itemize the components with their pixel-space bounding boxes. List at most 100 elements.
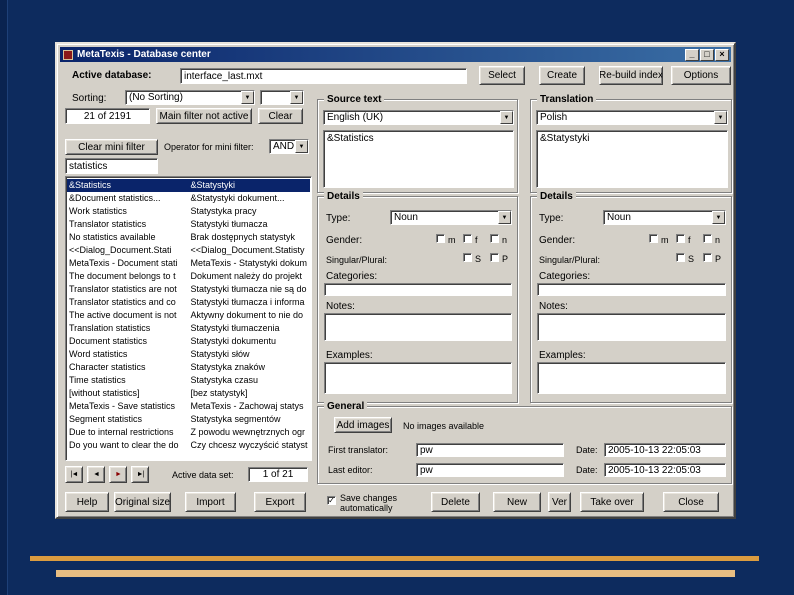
select-button[interactable]: Select [479, 66, 525, 85]
chevron-down-icon[interactable]: ▼ [714, 111, 727, 124]
save-changes-label: Save changes automatically [340, 493, 398, 513]
sorting-secondary-select[interactable]: ▼ [260, 90, 304, 105]
save-changes-checkbox[interactable]: ✓ [327, 496, 336, 505]
chevron-down-icon[interactable]: ▼ [500, 111, 513, 124]
export-button[interactable]: Export [254, 492, 306, 512]
translation-group-label: Translation [537, 94, 597, 105]
list-item[interactable]: Translation statistics Statystyki tłumacz… [67, 322, 310, 335]
chevron-down-icon[interactable]: ▼ [498, 211, 511, 224]
translation-type-select[interactable]: Noun ▼ [603, 210, 726, 225]
nav-next-button[interactable]: ► [109, 466, 127, 483]
take-over-button[interactable]: Take over [580, 492, 644, 512]
translation-language-select[interactable]: Polish ▼ [536, 110, 728, 125]
chevron-down-icon[interactable]: ▼ [712, 211, 725, 224]
translation-plural-checkbox[interactable] [703, 253, 712, 262]
active-data-set-label: Active data set: [172, 470, 234, 480]
list-item[interactable]: MetaTexis - Save statistics MetaTexis - Z… [67, 400, 310, 413]
slide-background: MetaTexis - Database center _ □ × Active… [0, 0, 794, 595]
source-examples-input[interactable] [324, 362, 512, 394]
list-item[interactable]: No statistics available Brak dostępnych s… [67, 231, 310, 244]
nav-first-button[interactable]: |◄ [65, 466, 83, 483]
list-item[interactable]: The active document is not Aktywny dokume… [67, 309, 310, 322]
list-item-source: Work statistics [69, 206, 127, 216]
add-images-button[interactable]: Add images [334, 417, 392, 433]
last-editor-field[interactable]: pw [416, 463, 564, 477]
help-button[interactable]: Help [65, 492, 109, 512]
list-item[interactable]: <<Dialog_Document.Stati <<Dialog_Document… [67, 244, 310, 257]
list-item[interactable]: Word statistics Statystyki słów [67, 348, 310, 361]
close-icon[interactable]: × [715, 48, 729, 61]
term-list[interactable]: &Statistics &Statystyki &Document statisti… [65, 176, 312, 461]
minimize-icon[interactable]: _ [685, 48, 699, 61]
new-button[interactable]: New [493, 492, 541, 512]
list-item[interactable]: Do you want to clear the do Czy chcesz wy… [67, 439, 310, 452]
source-language-select[interactable]: English (UK) ▼ [323, 110, 514, 125]
previous-record-icon: ◄ [93, 471, 100, 478]
options-button[interactable]: Options [671, 66, 731, 85]
translation-text-area[interactable]: &Statystyki [536, 130, 728, 188]
list-item[interactable]: Work statistics Statystyka pracy [67, 205, 310, 218]
list-item[interactable]: &Statistics &Statystyki [67, 179, 310, 192]
list-item[interactable]: MetaTexis - Document stati MetaTexis - St… [67, 257, 310, 270]
source-gender-n-checkbox[interactable] [490, 234, 499, 243]
main-filter-button[interactable]: Main filter not active [156, 108, 252, 124]
maximize-icon[interactable]: □ [700, 48, 714, 61]
clear-mini-filter-button[interactable]: Clear mini filter [65, 139, 158, 155]
list-item-target: Brak dostępnych statystyk [190, 232, 296, 242]
list-item[interactable]: The document belongs to t Dokument należy… [67, 270, 310, 283]
operator-select[interactable]: AND ▼ [269, 139, 309, 154]
translation-examples-input[interactable] [537, 362, 726, 394]
list-item[interactable]: Due to internal restrictions Z powodu wew… [67, 426, 310, 439]
list-item[interactable]: [without statistics] [bez statystyk] [67, 387, 310, 400]
translation-notes-input[interactable] [537, 313, 726, 341]
list-item-source: Do you want to clear the do [69, 440, 179, 450]
list-item-source: &Statistics [69, 180, 112, 190]
clear-filter-button[interactable]: Clear [258, 108, 303, 124]
rebuild-index-button[interactable]: Re-build index [599, 66, 663, 85]
translation-singular-plural-label: Singular/Plural: [539, 255, 601, 265]
source-notes-input[interactable] [324, 313, 512, 341]
chevron-down-icon[interactable]: ▼ [295, 140, 308, 153]
sorting-select[interactable]: (No Sorting) ▼ [125, 90, 255, 105]
chevron-down-icon[interactable]: ▼ [290, 91, 303, 104]
list-item[interactable]: Document statistics Statystyki dokumentu [67, 335, 310, 348]
mini-filter-input[interactable]: statistics [65, 158, 158, 174]
source-categories-input[interactable] [324, 283, 512, 296]
list-item[interactable]: &Document statistics... &Statystyki dokum… [67, 192, 310, 205]
list-item-target: Czy chcesz wyczyścić statyst [190, 440, 308, 450]
mini-filter-value: statistics [69, 160, 108, 172]
list-item[interactable]: Translator statistics Statystyki tłumacza [67, 218, 310, 231]
delete-button[interactable]: Delete [431, 492, 480, 512]
translation-gender-n-checkbox[interactable] [703, 234, 712, 243]
translation-gender-m-checkbox[interactable] [649, 234, 658, 243]
source-text-area[interactable]: &Statistics [323, 130, 514, 188]
close-button[interactable]: Close [663, 492, 719, 512]
translation-gender-f-checkbox[interactable] [676, 234, 685, 243]
source-type-select[interactable]: Noun ▼ [390, 210, 512, 225]
ver-button[interactable]: Ver [548, 492, 571, 512]
source-gender-m-checkbox[interactable] [436, 234, 445, 243]
list-item[interactable]: Time statistics Statystyka czasu [67, 374, 310, 387]
list-item[interactable]: Translator statistics are not Statystyki … [67, 283, 310, 296]
import-button[interactable]: Import [185, 492, 236, 512]
first-translator-field[interactable]: pw [416, 443, 564, 457]
source-singular-checkbox[interactable] [463, 253, 472, 262]
chevron-down-icon[interactable]: ▼ [241, 91, 254, 104]
source-language-value: English (UK) [327, 112, 384, 123]
list-item[interactable]: Character statistics Statystyka znaków [67, 361, 310, 374]
active-database-field[interactable]: interface_last.mxt [180, 68, 467, 84]
list-item-source: &Document statistics... [69, 193, 161, 203]
original-size-button[interactable]: Original size [114, 492, 171, 512]
last-date-field[interactable]: 2005-10-13 22:05:03 [604, 463, 726, 477]
nav-previous-button[interactable]: ◄ [87, 466, 105, 483]
translation-categories-input[interactable] [537, 283, 726, 296]
list-item[interactable]: Segment statistics Statystyka segmentów [67, 413, 310, 426]
source-gender-f-checkbox[interactable] [463, 234, 472, 243]
translation-singular-checkbox[interactable] [676, 253, 685, 262]
titlebar[interactable]: MetaTexis - Database center _ □ × [60, 47, 731, 62]
source-plural-checkbox[interactable] [490, 253, 499, 262]
first-date-field[interactable]: 2005-10-13 22:05:03 [604, 443, 726, 457]
create-button[interactable]: Create [539, 66, 585, 85]
nav-last-button[interactable]: ►| [131, 466, 149, 483]
list-item[interactable]: Translator statistics and co Statystyki t… [67, 296, 310, 309]
